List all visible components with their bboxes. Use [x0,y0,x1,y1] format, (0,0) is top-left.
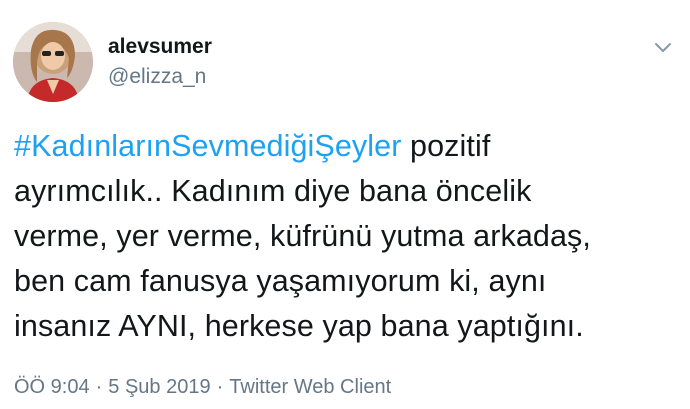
tweet-line: insanız AYNI, herkese yap bana yaptığını… [14,309,584,343]
tweet-client[interactable]: Twitter Web Client [229,376,391,398]
meta-separator: · [216,376,224,398]
chevron-down-icon[interactable] [652,36,674,58]
user-handle[interactable]: @elizza_n [108,64,206,90]
tweet-date[interactable]: 5 Şub 2019 [108,376,210,398]
user-avatar[interactable] [13,22,93,102]
tweet-card: alevsumer @elizza_n #KadınlarınSevmediği… [0,0,690,409]
tweet-line: #KadınlarınSevmediğiŞeyler pozitif [14,124,679,169]
tweet-text: #KadınlarınSevmediğiŞeyler pozitif ayrım… [14,124,679,349]
tweet-meta: ÖÖ 9:04 · 5 Şub 2019 · Twitter Web Client [14,374,391,400]
tweet-line: ben cam fanusya yaşamıyorum ki, aynı [14,264,547,298]
display-name[interactable]: alevsumer [108,34,212,60]
tweet-line: ayrımcılık.. Kadınım diye bana öncelik [14,174,532,208]
tweet-time[interactable]: ÖÖ 9:04 [14,376,90,398]
tweet-text-segment: pozitif [401,129,491,163]
hashtag-link[interactable]: #KadınlarınSevmediğiŞeyler [14,129,401,163]
user-avatar-photo-icon [13,22,93,102]
meta-separator: · [95,376,103,398]
tweet-line: verme, yer verme, küfrünü yutma arkadaş, [14,219,591,253]
